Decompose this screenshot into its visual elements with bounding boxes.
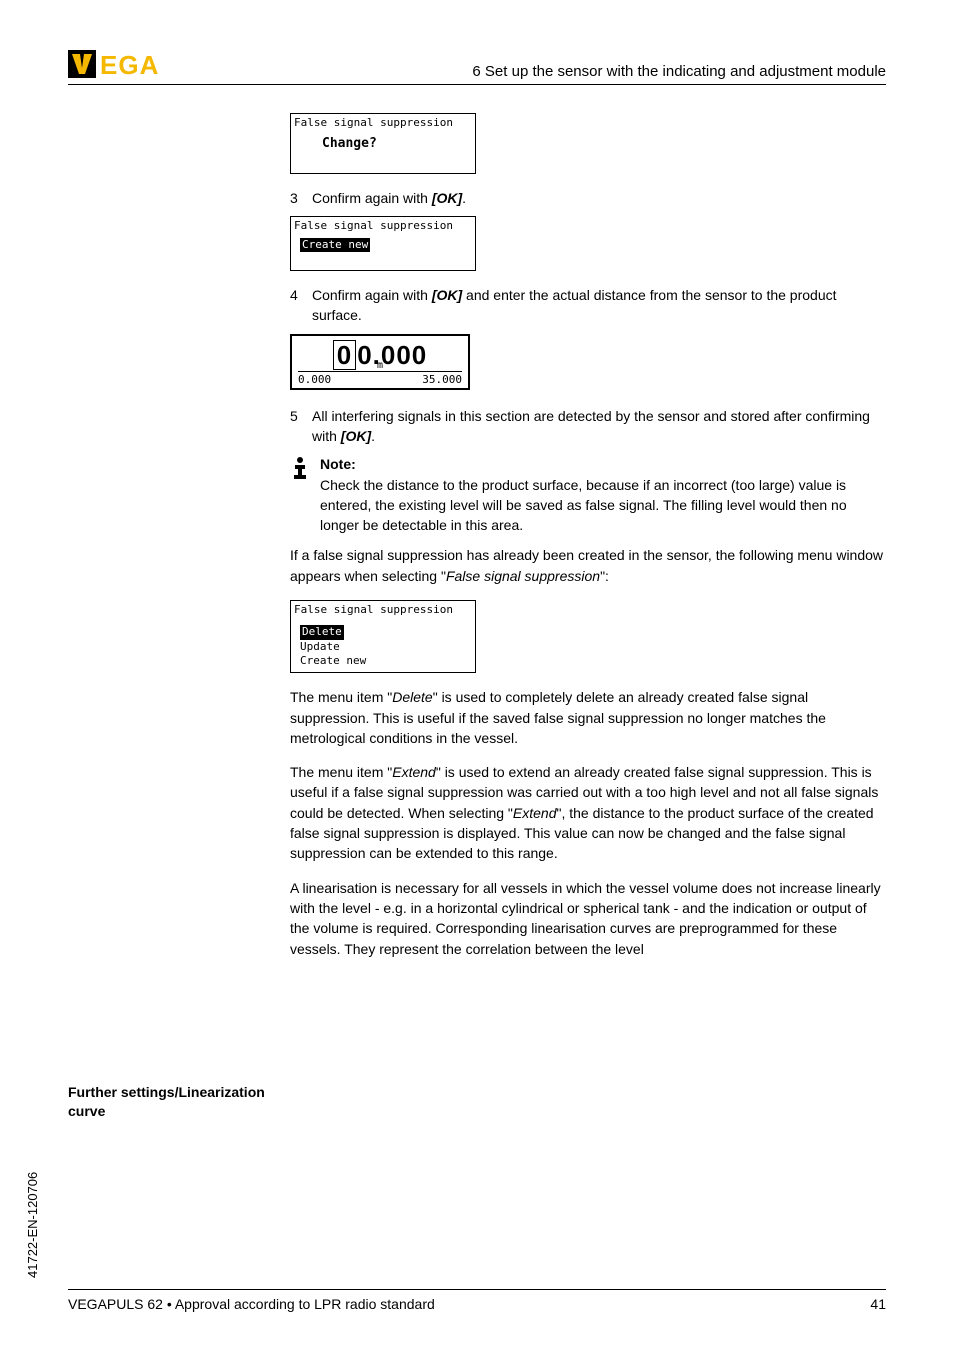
step-4: 4 Confirm again with [OK] and enter the … <box>290 285 886 326</box>
lcd-numeric-entry: 00.000 0.000 m 35.000 <box>290 334 470 390</box>
lcd-selected-item: Delete <box>300 625 344 639</box>
page-footer: VEGAPULS 62 • Approval according to LPR … <box>68 1289 886 1312</box>
scale-unit: m <box>377 360 383 371</box>
step-text: Confirm again with [OK]. <box>312 188 886 208</box>
paragraph: If a false signal suppression has alread… <box>290 545 886 586</box>
svg-text:EGA: EGA <box>100 50 159 80</box>
lcd-title: False signal suppression <box>294 116 472 130</box>
step-5: 5 All interfering signals in this sectio… <box>290 406 886 447</box>
lcd-screen-change: False signal suppression Change? <box>290 113 476 174</box>
paragraph: The menu item "Extend" is used to extend… <box>290 762 886 863</box>
note-text: Check the distance to the product surfac… <box>320 475 886 536</box>
lcd-menu-item: Update <box>294 640 472 654</box>
scale-min: 0.000 <box>298 373 331 386</box>
step-number: 3 <box>290 188 312 208</box>
info-icon <box>290 454 320 535</box>
page-header: EGA 6 Set up the sensor with the indicat… <box>68 48 886 85</box>
step-text: All interfering signals in this section … <box>312 406 886 447</box>
step-number: 4 <box>290 285 312 326</box>
vega-logo: EGA <box>68 48 178 80</box>
margin-heading: Further settings/Linearization curve <box>68 1083 268 1121</box>
lcd-menu-item: Create new <box>294 654 472 668</box>
paragraph: The menu item "Delete" is used to comple… <box>290 687 886 748</box>
step-number: 5 <box>290 406 312 447</box>
step-3: 3 Confirm again with [OK]. <box>290 188 886 208</box>
numeric-scale: 0.000 m 35.000 <box>298 371 462 386</box>
scale-max: 35.000 <box>422 373 462 386</box>
footer-text: VEGAPULS 62 • Approval according to LPR … <box>68 1296 435 1312</box>
lcd-screen-create-new: False signal suppression Create new <box>290 216 476 271</box>
lcd-screen-menu: False signal suppression Delete Update C… <box>290 600 476 673</box>
step-text: Confirm again with [OK] and enter the ac… <box>312 285 886 326</box>
page-number: 41 <box>870 1296 886 1312</box>
section-title: 6 Set up the sensor with the indicating … <box>198 63 886 80</box>
lcd-title: False signal suppression <box>294 603 472 617</box>
lcd-selected-item: Create new <box>300 238 370 252</box>
document-id: 41722-EN-120706 <box>25 1172 40 1278</box>
note-block: Note: Check the distance to the product … <box>290 454 886 535</box>
lcd-title: False signal suppression <box>294 219 472 233</box>
paragraph-linearisation: A linearisation is necessary for all ves… <box>290 878 886 959</box>
lcd-change-prompt: Change? <box>294 130 472 167</box>
note-heading: Note: <box>320 454 886 474</box>
